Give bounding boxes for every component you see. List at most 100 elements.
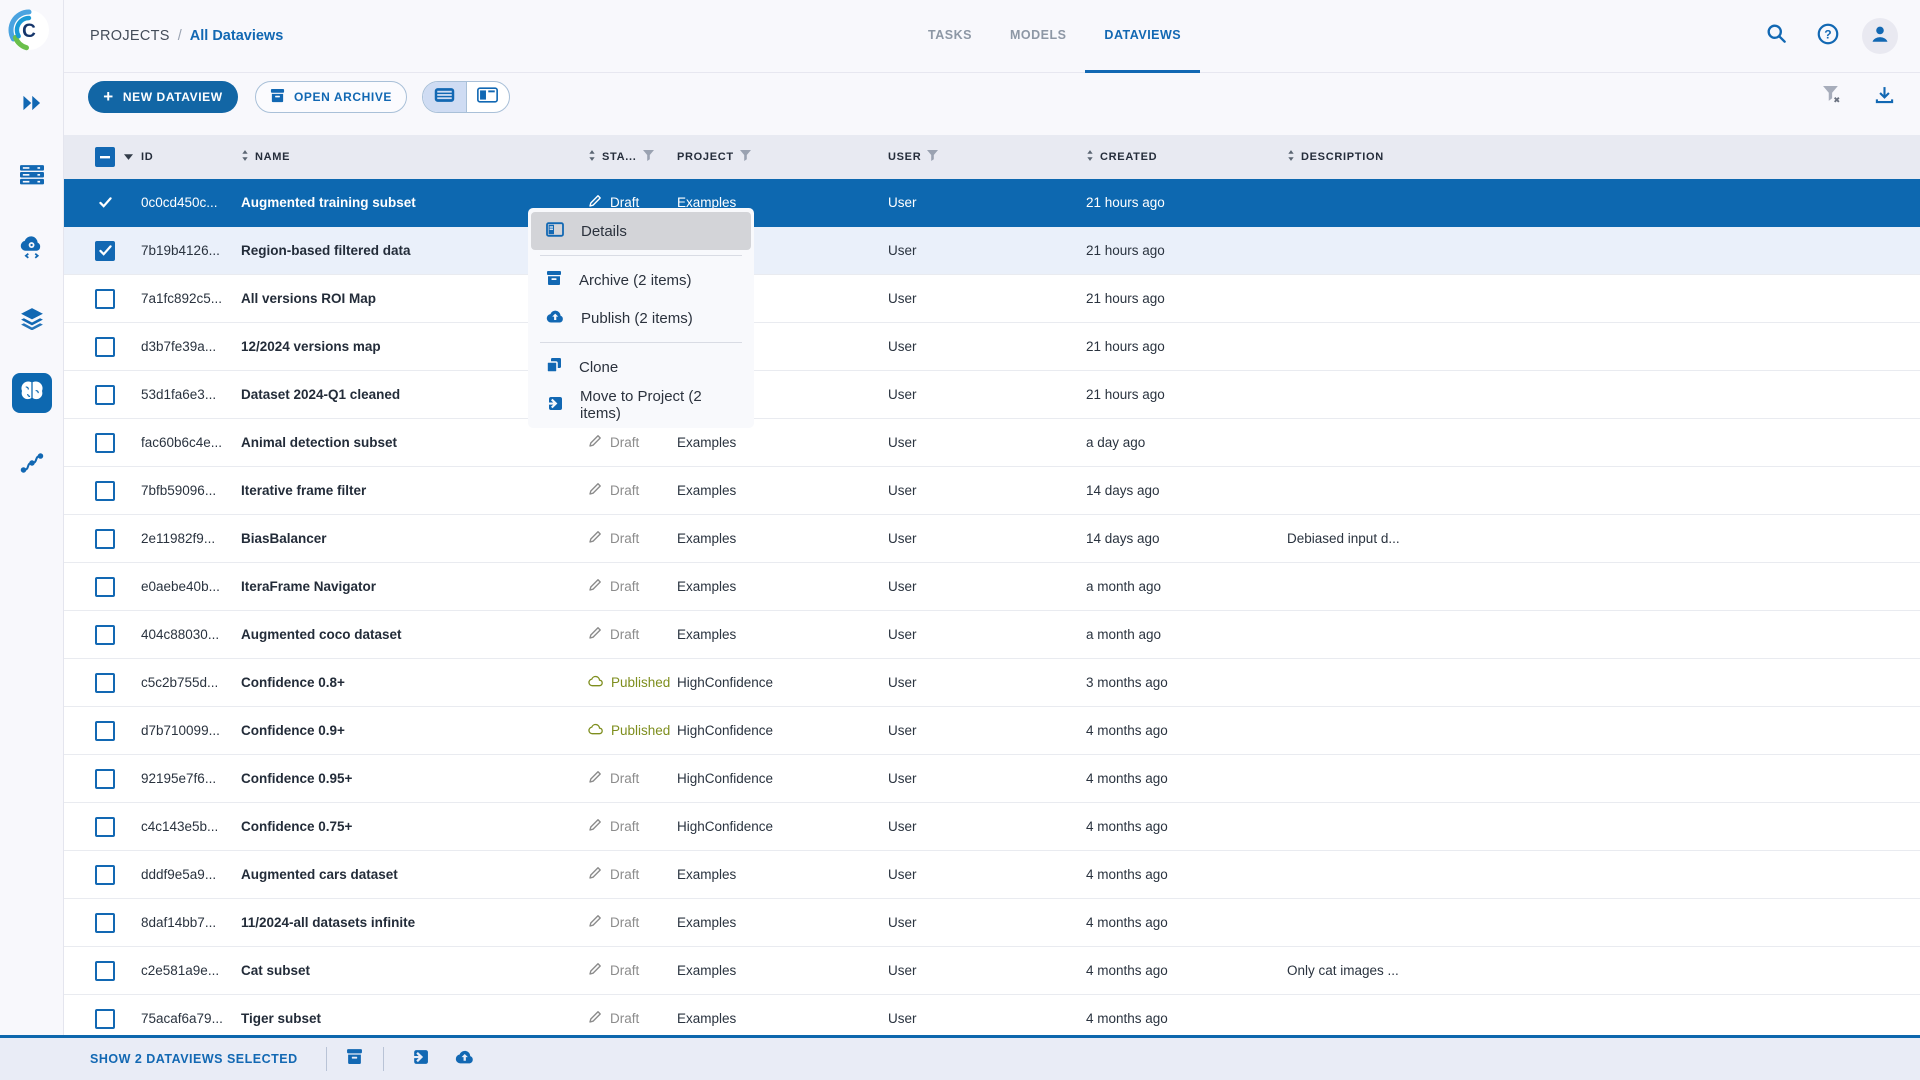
tab-models[interactable]: MODELS: [991, 0, 1085, 73]
row-checkbox[interactable]: [95, 481, 115, 501]
show-selected-link[interactable]: SHOW 2 DATAVIEWS SELECTED: [90, 1052, 298, 1066]
row-checkbox[interactable]: [95, 241, 115, 261]
footer-publish-button[interactable]: [445, 1049, 485, 1069]
row-status-label: Draft: [610, 1011, 639, 1026]
published-cloud-icon: [588, 723, 603, 738]
column-header-status[interactable]: STA...: [588, 150, 677, 164]
download-button[interactable]: [1875, 86, 1894, 109]
column-header-project[interactable]: PROJECT: [677, 150, 888, 164]
table-row[interactable]: dddf9e5a9... Augmented cars dataset Draf…: [64, 851, 1920, 899]
row-checkbox[interactable]: [95, 433, 115, 453]
table-row[interactable]: 7a1fc892c5... All versions ROI Map User …: [64, 275, 1920, 323]
row-name: Augmented coco dataset: [241, 627, 588, 642]
row-select-cell: [64, 769, 141, 789]
tab-tasks[interactable]: TASKS: [909, 0, 991, 73]
table-row[interactable]: 404c88030... Augmented coco dataset Draf…: [64, 611, 1920, 659]
table-row[interactable]: d7b710099... Confidence 0.9+ Published H…: [64, 707, 1920, 755]
pipelines-icon: [20, 452, 44, 479]
row-checkbox[interactable]: [95, 721, 115, 741]
row-checkbox[interactable]: [95, 1009, 115, 1029]
new-dataview-button[interactable]: + NEW DATAVIEW: [88, 81, 238, 113]
context-menu-item-publish[interactable]: Publish (2 items): [528, 299, 754, 337]
tab-dataviews[interactable]: DATAVIEWS: [1085, 0, 1200, 73]
row-checkbox[interactable]: [95, 673, 115, 693]
table-row[interactable]: 7bfb59096... Iterative frame filter Draf…: [64, 467, 1920, 515]
sidebar-item-workers[interactable]: [12, 229, 52, 269]
table-row[interactable]: 2e11982f9... BiasBalancer Draft Examples…: [64, 515, 1920, 563]
row-select-cell: [64, 1009, 141, 1029]
row-checkbox[interactable]: [95, 769, 115, 789]
context-menu-item-move[interactable]: Move to Project (2 items): [528, 386, 754, 424]
clearml-logo[interactable]: C: [7, 8, 51, 52]
row-created: 21 hours ago: [1086, 195, 1287, 210]
context-menu-item-clone[interactable]: Clone: [528, 348, 754, 386]
column-header-name[interactable]: NAME: [241, 150, 588, 164]
new-dataview-label: NEW DATAVIEW: [123, 90, 223, 104]
select-all-checkbox[interactable]: [95, 147, 115, 167]
footer-move-button[interactable]: [400, 1049, 440, 1070]
table-row[interactable]: c5c2b755d... Confidence 0.8+ Published H…: [64, 659, 1920, 707]
row-project: Examples: [677, 483, 888, 498]
search-icon: [1766, 23, 1787, 49]
table-row[interactable]: 0c0cd450c... Augmented training subset D…: [64, 179, 1920, 227]
row-checkbox[interactable]: [95, 193, 115, 213]
header-tabs: TASKS MODELS DATAVIEWS: [909, 0, 1200, 73]
select-menu-caret-icon[interactable]: [124, 151, 133, 163]
toolbar-right: [1822, 81, 1894, 113]
table-row[interactable]: e0aebe40b... IteraFrame Navigator Draft …: [64, 563, 1920, 611]
column-header-created[interactable]: CREATED: [1086, 150, 1287, 164]
row-checkbox[interactable]: [95, 913, 115, 933]
table-row[interactable]: 8daf14bb7... 11/2024-all datasets infini…: [64, 899, 1920, 947]
sidebar-item-hyperdatasets[interactable]: [12, 373, 52, 413]
table-row[interactable]: 7b19b4126... Region-based filtered data …: [64, 227, 1920, 275]
row-checkbox[interactable]: [95, 289, 115, 309]
table-row[interactable]: fac60b6c4e... Animal detection subset Dr…: [64, 419, 1920, 467]
filter-icon[interactable]: [740, 150, 751, 164]
row-checkbox[interactable]: [95, 961, 115, 981]
row-status: Published: [588, 723, 677, 738]
column-label-name: NAME: [255, 151, 290, 163]
column-header-user[interactable]: USER: [888, 150, 1086, 164]
context-menu-item-details[interactable]: Details: [531, 212, 751, 250]
table-row[interactable]: c4c143e5b... Confidence 0.75+ Draft High…: [64, 803, 1920, 851]
row-select-cell: [64, 961, 141, 981]
table-row[interactable]: 75acaf6a79... Tiger subset Draft Example…: [64, 995, 1920, 1035]
sidebar-item-pipelines[interactable]: [12, 445, 52, 485]
expand-icon: [21, 92, 43, 119]
clear-filters-button[interactable]: [1822, 85, 1841, 109]
row-checkbox[interactable]: [95, 865, 115, 885]
row-checkbox[interactable]: [95, 337, 115, 357]
datasets-icon: [20, 308, 44, 335]
row-user: User: [888, 627, 1086, 642]
context-menu-item-archive[interactable]: Archive (2 items): [528, 261, 754, 299]
filter-icon[interactable]: [927, 150, 938, 164]
sidebar-item-queues[interactable]: [12, 157, 52, 197]
open-archive-button[interactable]: OPEN ARCHIVE: [255, 81, 407, 113]
row-checkbox[interactable]: [95, 817, 115, 837]
filter-icon[interactable]: [643, 150, 654, 164]
table-row[interactable]: 53d1fa6e3... Dataset 2024-Q1 cleaned Use…: [64, 371, 1920, 419]
row-checkbox[interactable]: [95, 385, 115, 405]
profile-button[interactable]: [1862, 18, 1898, 54]
breadcrumb-current[interactable]: All Dataviews: [190, 28, 284, 44]
row-checkbox[interactable]: [95, 625, 115, 645]
sidebar-item-datasets[interactable]: [12, 301, 52, 341]
help-button[interactable]: ?: [1810, 18, 1846, 54]
search-button[interactable]: [1758, 18, 1794, 54]
breadcrumb-projects[interactable]: PROJECTS: [90, 28, 170, 44]
table-view-button[interactable]: [423, 82, 466, 112]
hyperdatasets-icon: [18, 379, 46, 408]
footer-archive-button[interactable]: [335, 1048, 375, 1070]
table-row[interactable]: c2e581a9e... Cat subset Draft Examples U…: [64, 947, 1920, 995]
row-status: Draft: [588, 434, 677, 451]
context-menu-divider: [540, 342, 742, 343]
sidebar-item-expand[interactable]: [12, 85, 52, 125]
row-checkbox[interactable]: [95, 529, 115, 549]
column-header-id[interactable]: ID: [141, 151, 241, 163]
split-view-button[interactable]: [466, 82, 510, 112]
table-row[interactable]: d3b7fe39a... 12/2024 versions map User 2…: [64, 323, 1920, 371]
column-header-description[interactable]: DESCRIPTION: [1287, 150, 1920, 164]
row-created: 4 months ago: [1086, 867, 1287, 882]
table-row[interactable]: 92195e7f6... Confidence 0.95+ Draft High…: [64, 755, 1920, 803]
row-checkbox[interactable]: [95, 577, 115, 597]
